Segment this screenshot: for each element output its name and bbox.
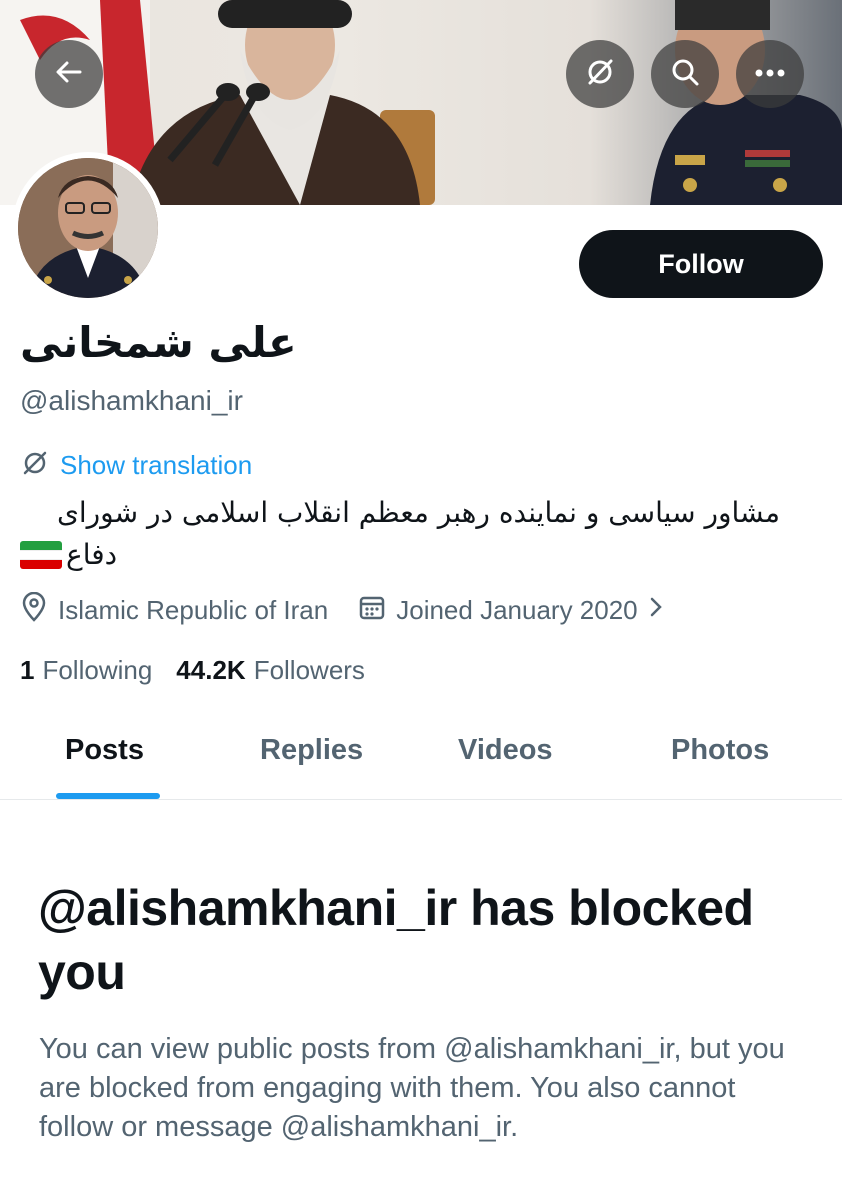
avatar-image bbox=[18, 158, 158, 298]
search-icon bbox=[669, 56, 701, 93]
followers-number: 44.2K bbox=[176, 655, 246, 685]
more-horizontal-icon bbox=[755, 65, 785, 83]
translate-button[interactable] bbox=[566, 40, 634, 108]
show-translation-label: Show translation bbox=[60, 450, 253, 480]
bio-line-2-text: دفاع bbox=[66, 538, 118, 571]
location-text: Islamic Republic of Iran bbox=[58, 595, 329, 625]
following-number: 1 bbox=[20, 655, 35, 685]
arrow-left-icon bbox=[54, 57, 84, 92]
active-tab-indicator bbox=[56, 793, 160, 799]
iran-flag-icon bbox=[20, 541, 62, 569]
search-button[interactable] bbox=[651, 40, 719, 108]
profile-handle: @alishamkhani_ir bbox=[20, 385, 243, 416]
follow-counts: 1 Following 44.2K Followers bbox=[20, 655, 365, 686]
joined-text: Joined January 2020 bbox=[396, 595, 638, 625]
bio-line-2: دفاع bbox=[20, 534, 780, 576]
blocked-body: You can view public posts from @alishamk… bbox=[39, 1033, 785, 1143]
show-translation-link[interactable]: Show translation bbox=[20, 448, 252, 483]
avatar[interactable] bbox=[12, 152, 164, 304]
more-button[interactable] bbox=[736, 40, 804, 108]
back-button[interactable] bbox=[35, 40, 103, 108]
followers-label: Followers bbox=[253, 655, 365, 685]
location-pin-icon bbox=[20, 591, 48, 629]
tab-photos[interactable]: Photos bbox=[671, 734, 769, 767]
translate-icon bbox=[584, 56, 616, 93]
blocked-title: @alishamkhani_ir has blocked you bbox=[38, 880, 754, 1000]
joined-date[interactable]: Joined January 2020 bbox=[358, 593, 663, 628]
location: Islamic Republic of Iran bbox=[20, 591, 329, 629]
display-name: علی شمخانی bbox=[20, 318, 297, 367]
follow-button[interactable]: Follow bbox=[579, 230, 823, 298]
calendar-icon bbox=[358, 593, 386, 628]
followers-count[interactable]: 44.2K Followers bbox=[176, 655, 365, 686]
tab-videos[interactable]: Videos bbox=[458, 734, 553, 767]
profile-tabs: Posts Replies Videos Photos bbox=[0, 712, 842, 800]
profile-meta: Islamic Republic of Iran Joined January … bbox=[20, 591, 664, 629]
profile-bio: مشاور سیاسی و نماینده رهبر معظم انقلاب ا… bbox=[20, 492, 780, 576]
tab-replies[interactable]: Replies bbox=[260, 734, 363, 767]
tab-posts[interactable]: Posts bbox=[65, 734, 144, 767]
following-count[interactable]: 1 Following bbox=[20, 655, 152, 686]
following-label: Following bbox=[42, 655, 153, 685]
bio-line-1: مشاور سیاسی و نماینده رهبر معظم انقلاب ا… bbox=[56, 496, 780, 529]
translate-icon bbox=[20, 448, 50, 483]
chevron-right-icon bbox=[648, 595, 664, 626]
